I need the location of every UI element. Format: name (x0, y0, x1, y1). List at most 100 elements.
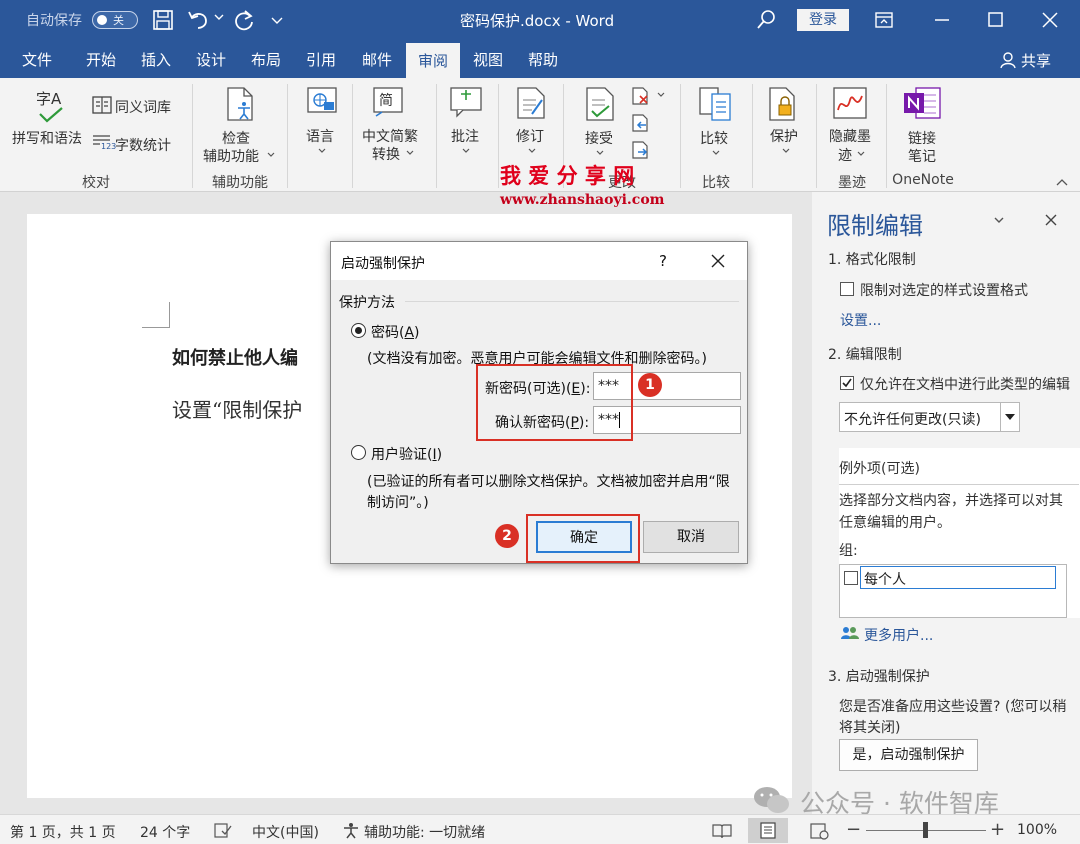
tab-layout[interactable]: 布局 (237, 40, 295, 78)
compare-icon (699, 87, 731, 121)
language-button[interactable]: 语言 (306, 126, 334, 146)
chevron-down-icon (782, 148, 790, 153)
chevron-down-icon (462, 148, 470, 153)
dialog-title-bar: 启动强制保护 ? (331, 242, 747, 280)
chinese-icon-text: 简 (379, 93, 393, 109)
tab-view[interactable]: 视图 (459, 40, 517, 78)
more-users-link[interactable]: 更多用户... (864, 625, 933, 645)
accept-button[interactable]: 接受 (585, 128, 613, 148)
read-mode-icon[interactable] (712, 823, 732, 839)
zoom-in-button[interactable]: + (990, 819, 1005, 840)
tab-help[interactable]: 帮助 (514, 40, 572, 78)
chevron-down-icon (267, 152, 275, 157)
tab-file[interactable]: 文件 (8, 40, 66, 78)
tab-home[interactable]: 开始 (72, 40, 130, 78)
login-button[interactable]: 登录 (797, 9, 849, 31)
share-button[interactable]: 共享 (1021, 50, 1051, 71)
editing-type-select[interactable]: 不允许任何更改(只读) (839, 402, 1020, 432)
password-radio[interactable] (351, 323, 366, 338)
word-count[interactable]: 24 个字 (140, 822, 190, 842)
chinese-conversion-button[interactable]: 中文简繁 (362, 126, 418, 146)
allow-editing-type-label: 仅允许在文档中进行此类型的编辑 (860, 377, 1070, 393)
user-auth-note-line2: 制访问”。) (367, 495, 429, 511)
tab-mailings[interactable]: 邮件 (348, 40, 406, 78)
toggle-knob (97, 15, 107, 25)
ribbon-separator (886, 84, 887, 188)
collapse-ribbon-icon[interactable] (1056, 178, 1068, 186)
tab-design[interactable]: 设计 (182, 40, 240, 78)
reject-icon[interactable] (630, 86, 652, 106)
customize-qat-icon[interactable] (270, 13, 284, 27)
checkmark-icon (842, 378, 852, 388)
linked-notes-button-l2[interactable]: 笔记 (908, 146, 936, 166)
everyone-label: 每个人 (864, 572, 906, 588)
save-icon[interactable] (152, 9, 174, 31)
proofing-status-icon[interactable] (214, 823, 232, 839)
chevron-down-icon (712, 150, 720, 155)
dialog-help-button[interactable]: ? (659, 252, 667, 270)
ribbon-display-options-icon[interactable] (874, 10, 894, 30)
check-accessibility-button-l2[interactable]: 辅助功能 (203, 146, 259, 166)
ribbon-separator (192, 84, 193, 188)
tab-references[interactable]: 引用 (292, 40, 350, 78)
track-changes-button[interactable]: 修订 (516, 126, 544, 146)
pane-options-icon[interactable] (994, 216, 1004, 224)
linked-notes-button[interactable]: 链接 (908, 128, 936, 148)
thesaurus-button[interactable]: 同义词库 (115, 97, 171, 117)
ribbon-separator (680, 84, 681, 188)
margin-marker (142, 302, 170, 328)
next-change-icon[interactable] (630, 140, 652, 160)
zoom-level[interactable]: 100% (1017, 822, 1057, 838)
autosave-toggle[interactable]: 关 (92, 11, 138, 29)
maximize-icon[interactable] (986, 10, 1006, 30)
groups-list[interactable]: 每个人 (839, 564, 1067, 618)
user-auth-option-label: 用户验证(I) (371, 447, 443, 463)
ribbon-separator (436, 84, 437, 188)
print-layout-icon (760, 822, 776, 839)
ok-button-highlight (526, 514, 640, 563)
protect-button[interactable]: 保护 (770, 126, 798, 146)
limit-formatting-checkbox[interactable] (840, 282, 854, 296)
undo-dropdown-icon[interactable] (214, 12, 224, 22)
formatting-settings-link[interactable]: 设置... (840, 310, 881, 330)
word-count-button[interactable]: 字数统计 (115, 135, 171, 155)
tab-insert[interactable]: 插入 (127, 40, 185, 78)
comments-button[interactable]: 批注 (451, 126, 479, 146)
spelling-grammar-button[interactable]: 拼写和语法 (12, 128, 82, 148)
language-status[interactable]: 中文(中国) (252, 822, 319, 842)
chinese-conversion-button-l2[interactable]: 转换 (372, 144, 400, 164)
everyone-item[interactable]: 每个人 (860, 566, 1056, 589)
zoom-slider-thumb[interactable] (923, 822, 928, 838)
accessibility-status-icon (344, 823, 358, 839)
user-auth-radio[interactable] (351, 445, 366, 460)
dialog-close-icon[interactable] (711, 254, 725, 268)
chevron-down-icon (657, 92, 665, 97)
tab-review[interactable]: 审阅 (406, 43, 460, 78)
cancel-button[interactable]: 取消 (643, 521, 739, 553)
previous-change-icon[interactable] (630, 113, 652, 133)
print-layout-button[interactable] (748, 818, 788, 843)
chevron-down-icon (528, 148, 536, 153)
hide-ink-button[interactable]: 隐藏墨 (829, 126, 871, 146)
allow-editing-type-checkbox[interactable] (840, 376, 854, 390)
hide-ink-icon (833, 87, 867, 119)
minimize-icon[interactable] (932, 10, 952, 30)
redo-icon[interactable] (232, 8, 256, 32)
group-accessibility-label: 辅助功能 (212, 175, 268, 191)
start-enforcement-button[interactable]: 是，启动强制保护 (839, 739, 978, 771)
web-layout-icon[interactable] (810, 823, 830, 840)
accessibility-status[interactable]: 辅助功能: 一切就绪 (364, 822, 485, 842)
radio-dot (355, 327, 362, 334)
chevron-down-icon (857, 151, 865, 156)
search-icon[interactable] (755, 9, 777, 31)
check-accessibility-button[interactable]: 检查 (222, 128, 250, 148)
everyone-checkbox[interactable] (844, 571, 858, 585)
undo-icon[interactable] (186, 8, 212, 32)
hide-ink-button-l2[interactable]: 迹 (838, 145, 852, 165)
zoom-out-button[interactable]: − (846, 819, 861, 840)
chevron-down-icon (596, 150, 604, 155)
compare-button[interactable]: 比较 (700, 128, 728, 148)
close-icon[interactable] (1040, 10, 1060, 30)
pane-close-icon[interactable] (1044, 213, 1058, 227)
page-count[interactable]: 第 1 页，共 1 页 (10, 822, 116, 842)
